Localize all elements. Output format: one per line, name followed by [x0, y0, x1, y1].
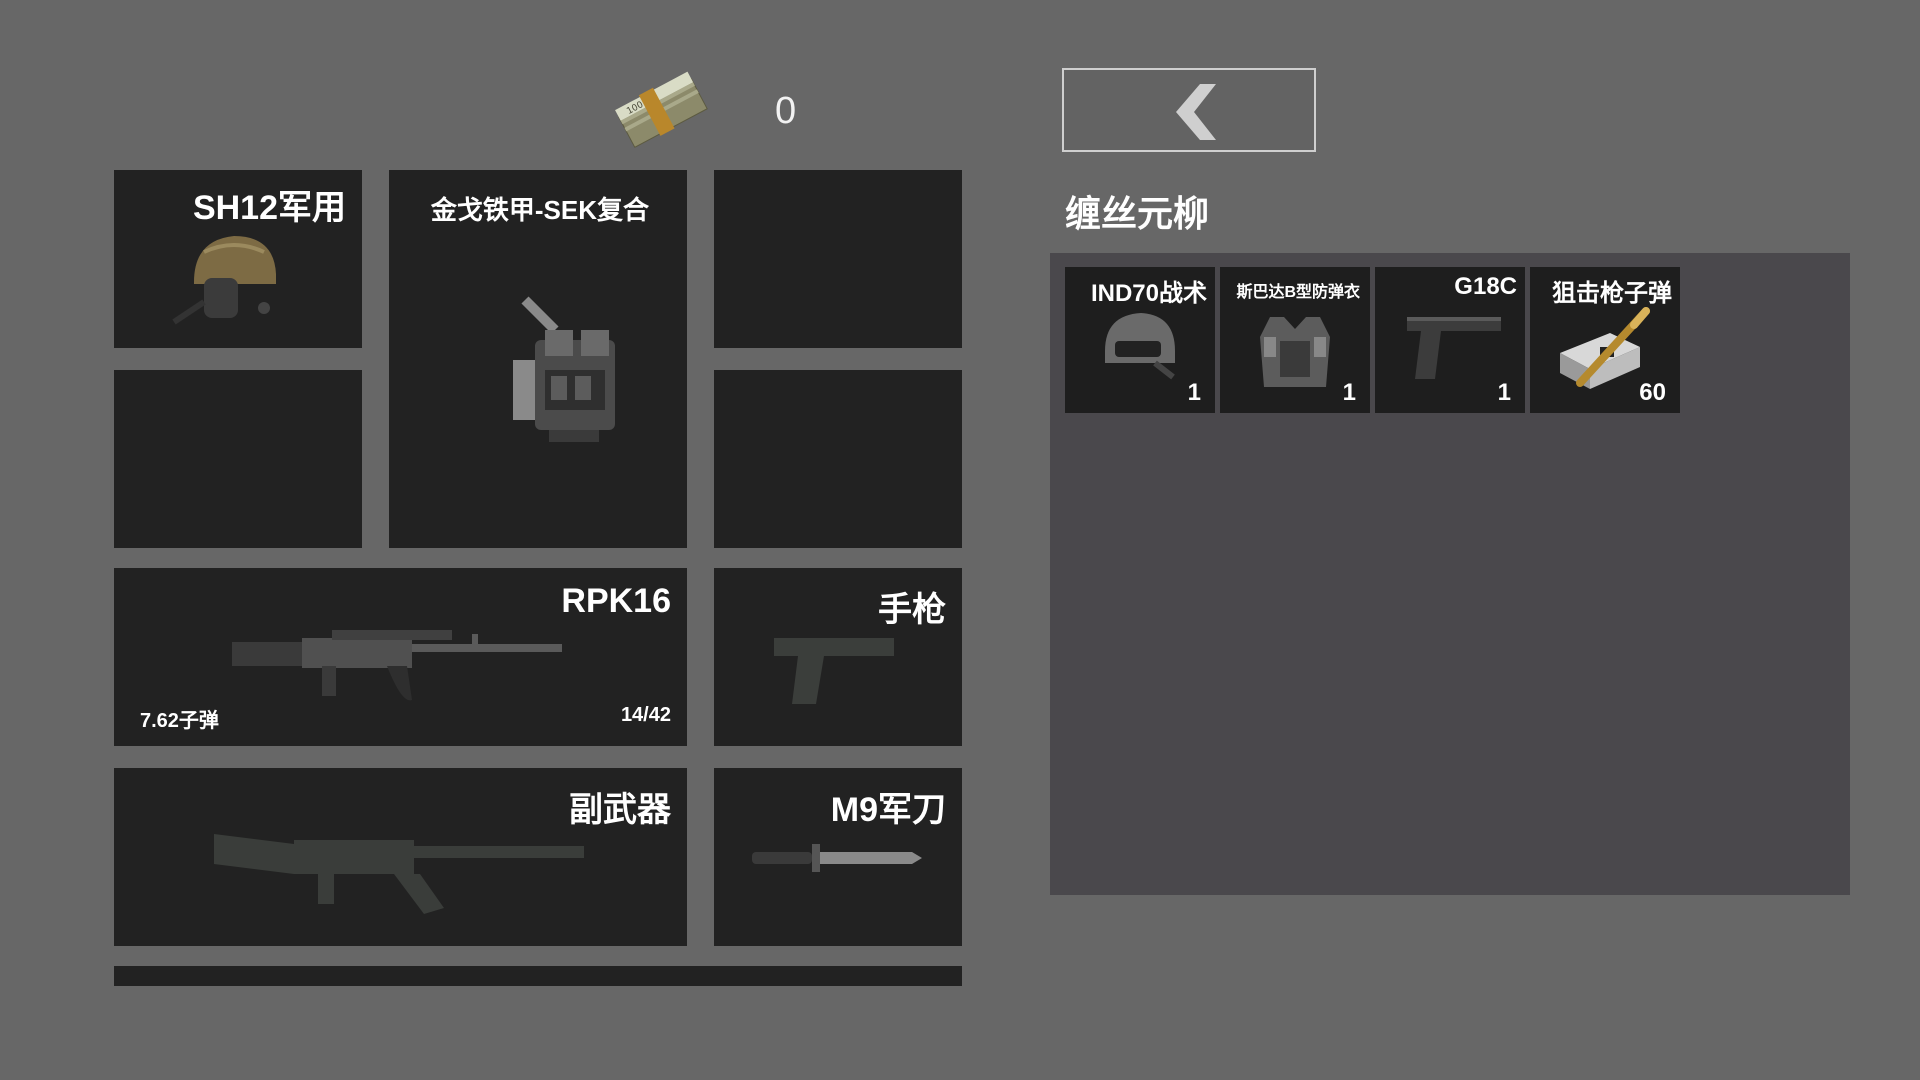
empty-slot-top-right[interactable]: [714, 170, 962, 348]
loot-item-count: 60: [1639, 379, 1666, 406]
ammo-count-label: 14/42: [620, 704, 671, 726]
vest-icon: [1260, 317, 1330, 387]
ammo-type-label: 7.62子弹: [140, 710, 219, 732]
chevron-left-icon: [1176, 84, 1216, 140]
loot-item[interactable]: G18C 1: [1375, 267, 1525, 413]
rifle-icon: [232, 630, 562, 701]
bottom-bar-slot: [114, 966, 962, 986]
tactical-helmet-icon: [1105, 313, 1175, 380]
helmet-slot[interactable]: SH12军用: [114, 170, 362, 348]
loot-item[interactable]: 斯巴达B型防弹衣 1: [1220, 267, 1370, 413]
rifle-silhouette-icon: [214, 834, 584, 914]
loot-container-title: 缠丝元柳: [1065, 193, 1210, 234]
loot-item[interactable]: IND70战术 1: [1065, 267, 1215, 413]
loot-item-count: 1: [1497, 379, 1511, 406]
loot-item-count: 1: [1187, 379, 1201, 406]
pistol-slot[interactable]: 手枪: [714, 568, 962, 746]
melee-slot[interactable]: M9军刀: [714, 768, 962, 946]
empty-slot-mid-right[interactable]: [714, 370, 962, 548]
armor-label: 金戈铁甲-SEK复合: [430, 195, 649, 225]
primary-weapon-label: RPK16: [561, 582, 671, 620]
money-amount: 0: [775, 90, 797, 132]
pistol-icon: [774, 638, 894, 704]
loot-item-name: G18C: [1454, 273, 1517, 300]
armor-slot[interactable]: 金戈铁甲-SEK复合: [389, 170, 687, 548]
secondary-weapon-slot[interactable]: 副武器: [114, 768, 687, 946]
loot-item-name: 斯巴达B型防弹衣: [1236, 284, 1360, 301]
melee-label: M9军刀: [830, 791, 946, 829]
cash-stack-icon: 100: [610, 58, 716, 158]
primary-weapon-slot[interactable]: RPK16 7.62子弹 14/42: [114, 568, 687, 746]
body-armor-icon: [513, 296, 615, 442]
helmet-icon: [172, 236, 276, 325]
loot-grid-panel: IND70战术 1 斯巴达B型防弹衣 1 G18C 1 狙击枪子弹 60: [1050, 253, 1850, 895]
loot-item[interactable]: 狙击枪子弹 60: [1530, 267, 1680, 413]
knife-icon: [752, 844, 922, 872]
back-button[interactable]: [1062, 68, 1316, 152]
loot-item-name: IND70战术: [1090, 280, 1207, 307]
pistol-icon: [1407, 317, 1501, 379]
empty-slot-mid-left[interactable]: [114, 370, 362, 548]
loot-item-count: 1: [1342, 379, 1356, 406]
